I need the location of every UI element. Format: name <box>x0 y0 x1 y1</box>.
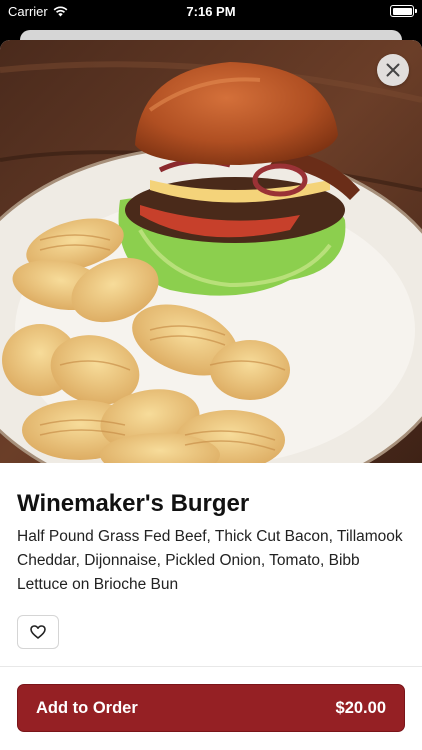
add-to-order-label: Add to Order <box>36 698 138 717</box>
add-to-order-button[interactable]: Add to Order $20.00 <box>17 684 405 732</box>
item-photo <box>0 40 422 463</box>
close-button[interactable] <box>377 54 409 86</box>
battery-icon <box>390 5 417 17</box>
divider <box>0 666 422 667</box>
item-description: Half Pound Grass Fed Beef, Thick Cut Bac… <box>17 528 403 593</box>
status-bar: Carrier 7:16 PM <box>0 0 422 22</box>
item-title: Winemaker's Burger <box>17 490 250 517</box>
heart-outline-icon <box>30 625 46 639</box>
close-icon <box>386 63 400 77</box>
item-detail-sheet: Winemaker's Burger Half Pound Grass Fed … <box>0 40 422 750</box>
order-price: $20.00 <box>335 698 386 717</box>
favorite-button[interactable] <box>17 615 59 649</box>
status-time: 7:16 PM <box>186 4 236 19</box>
